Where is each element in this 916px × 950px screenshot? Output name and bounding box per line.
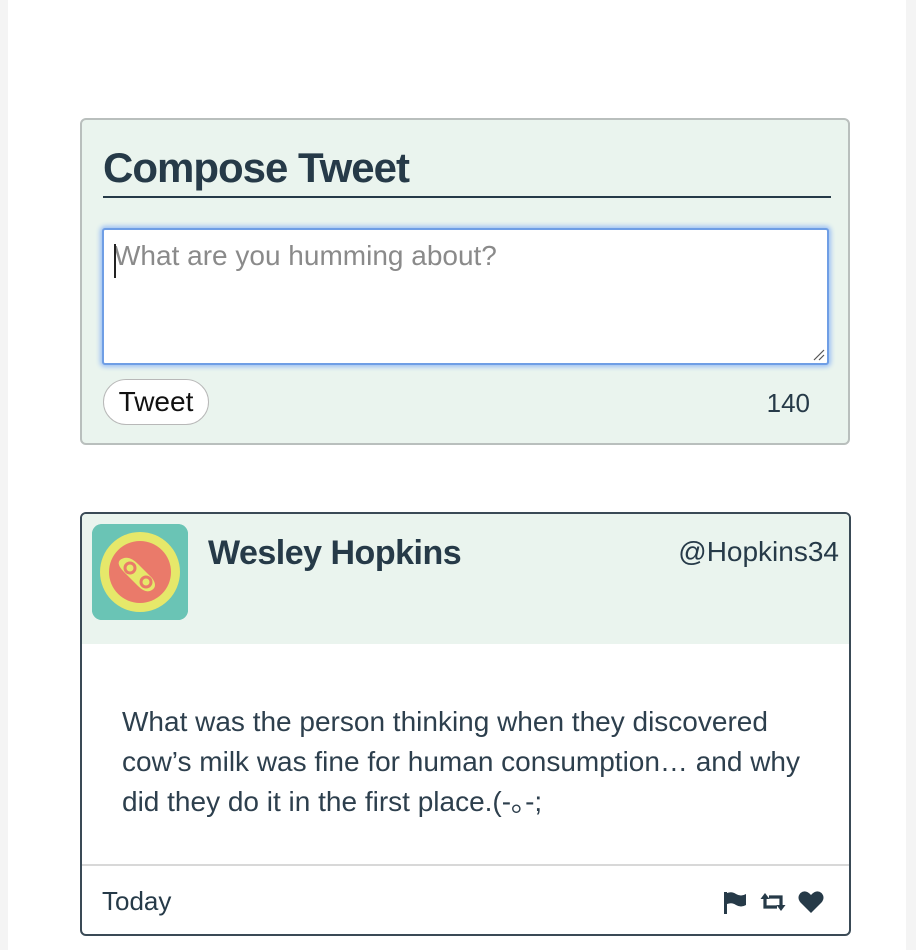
flag-icon[interactable] <box>721 888 749 916</box>
tweet-text: What was the person thinking when they d… <box>122 706 801 817</box>
avatar <box>92 524 188 620</box>
page: Compose Tweet Tweet 140 <box>8 0 906 950</box>
character-counter: 140 <box>766 388 810 418</box>
tweet-divider <box>82 864 849 866</box>
tweet-date: Today <box>102 886 172 916</box>
compose-tweet-panel: Compose Tweet Tweet 140 <box>80 118 850 445</box>
tweet-button[interactable]: Tweet <box>103 379 209 425</box>
retweet-icon[interactable] <box>759 888 787 916</box>
user-name: Wesley Hopkins <box>208 534 462 572</box>
heart-icon[interactable] <box>797 888 825 916</box>
resize-handle-icon[interactable] <box>811 347 825 361</box>
tweet-card: Wesley Hopkins @Hopkins34 What was the p… <box>80 512 851 936</box>
user-handle: @Hopkins34 <box>678 536 839 567</box>
tweet-actions <box>721 888 825 916</box>
tweet-header: Wesley Hopkins @Hopkins34 <box>82 514 849 644</box>
avatar-face-icon <box>92 524 188 620</box>
tweet-textarea[interactable] <box>104 230 827 363</box>
tweet-textarea-wrapper <box>102 228 829 365</box>
text-caret <box>114 244 116 278</box>
compose-title: Compose Tweet <box>103 140 831 198</box>
